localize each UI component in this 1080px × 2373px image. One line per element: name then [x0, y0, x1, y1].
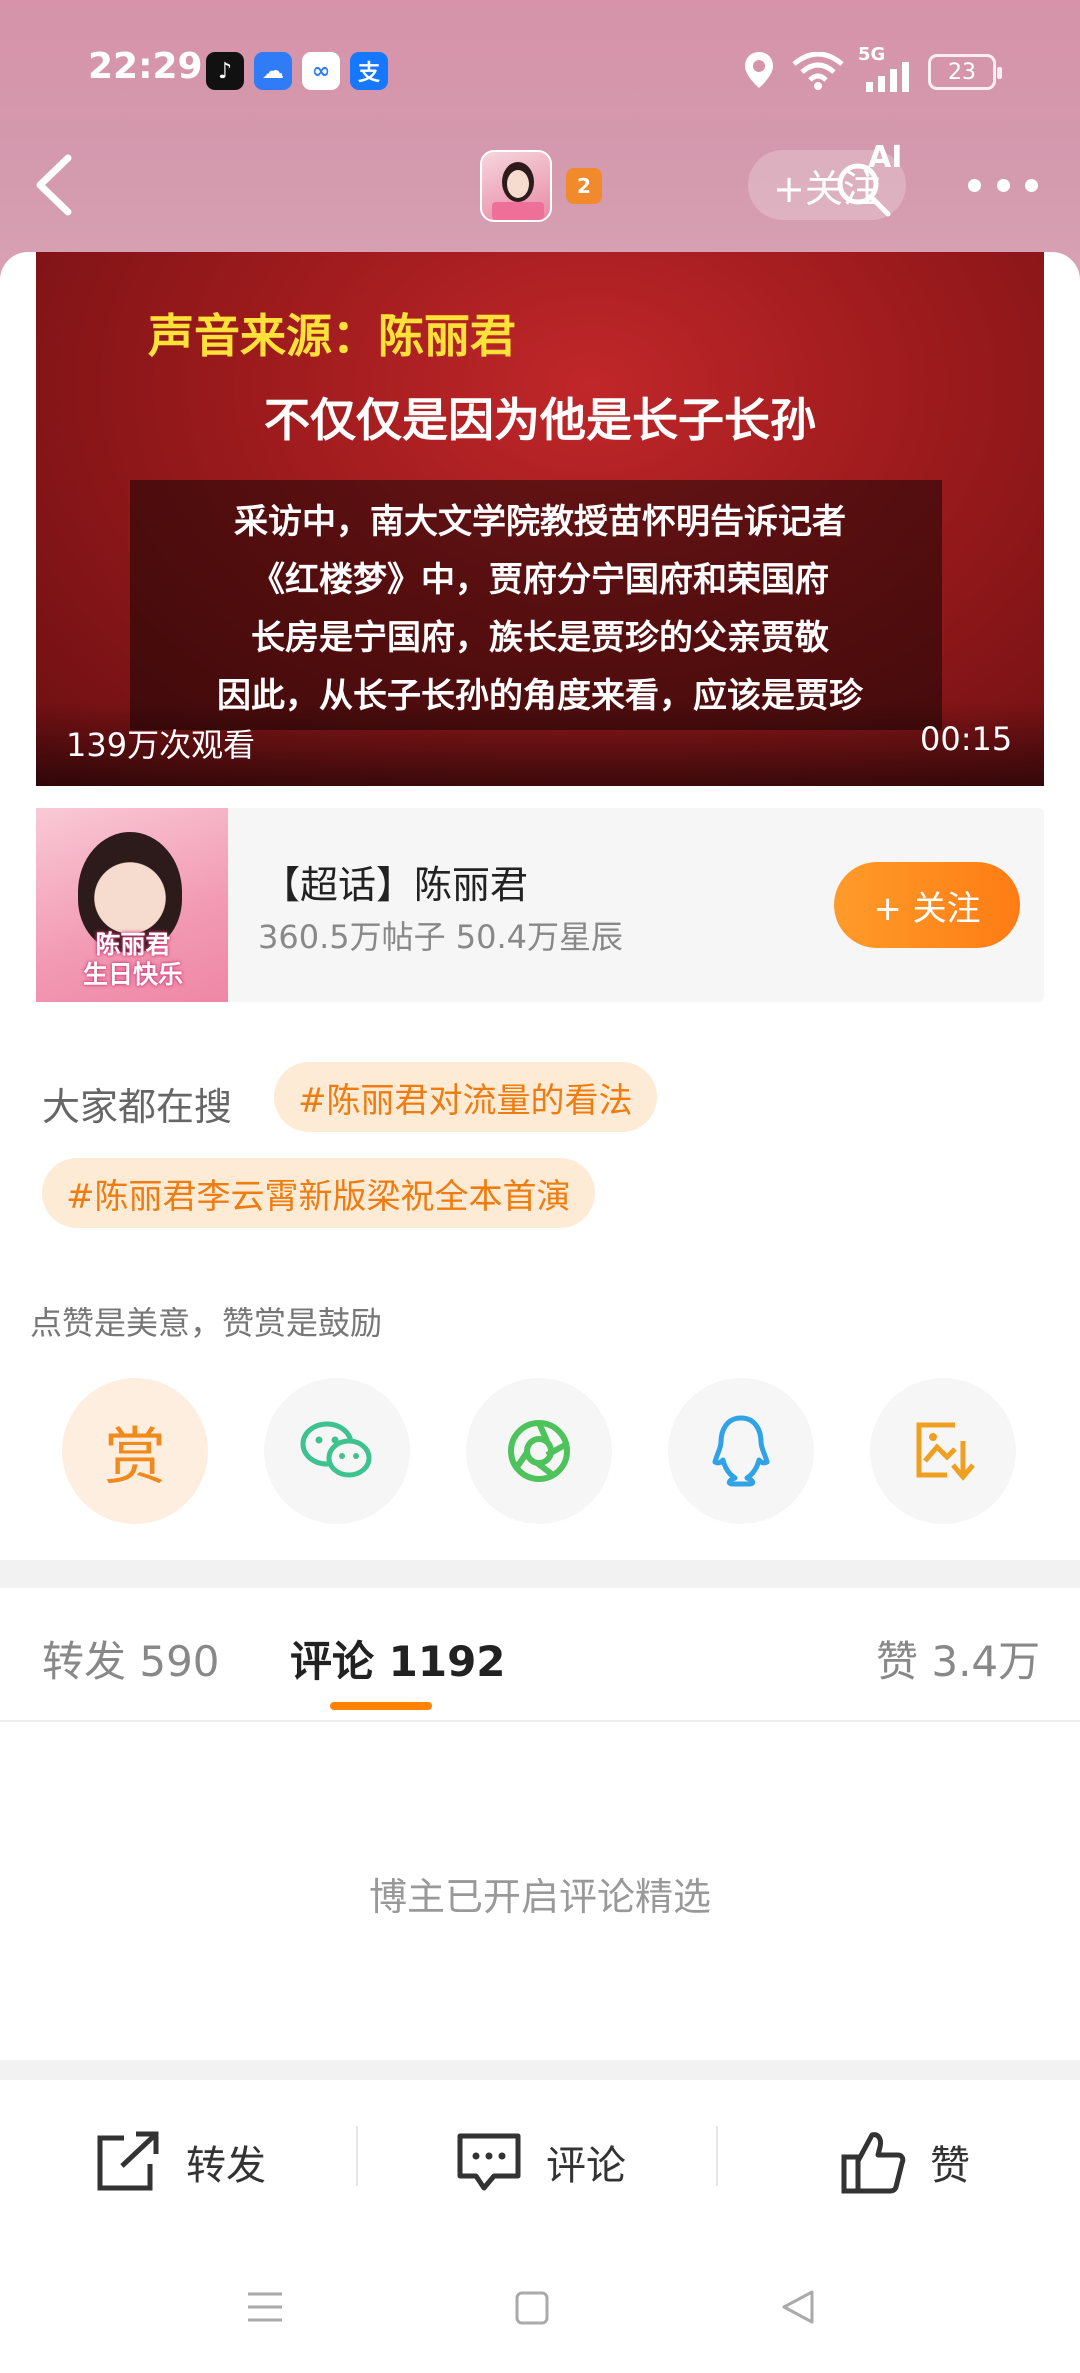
save-image-icon — [916, 1422, 975, 1481]
tab-divider — [0, 1720, 1080, 1722]
weather-icon: ☁ — [254, 52, 292, 90]
video-subtitle-line: 《红楼梦》中，贾府分宁国府和荣国府 — [251, 560, 829, 600]
author-avatar[interactable] — [480, 150, 552, 222]
section-divider — [0, 2060, 1080, 2080]
repost-label: 转发 — [186, 2143, 266, 2189]
trending-label: 大家都在搜 — [42, 1085, 233, 1129]
save-image-button[interactable] — [870, 1378, 1016, 1524]
tab-comments[interactable]: 评论 1192 — [290, 1628, 506, 1689]
comment-button[interactable]: 评论 — [454, 2120, 626, 2204]
douyin-icon: ♪ — [206, 52, 244, 90]
active-tab-indicator — [330, 1702, 432, 1710]
video-headline: 不仅仅是因为他是长子长孙 — [264, 393, 816, 447]
wechat-share-button[interactable] — [264, 1378, 410, 1524]
menu-icon[interactable] — [246, 2290, 284, 2324]
video-source-caption: 声音来源：陈丽君 — [148, 309, 516, 363]
tab-repost[interactable]: 转发 590 — [42, 1628, 220, 1689]
like-label: 赞 — [930, 2143, 970, 2189]
location-icon — [745, 52, 773, 88]
home-icon[interactable] — [514, 2290, 550, 2326]
comment-label: 评论 — [546, 2143, 626, 2189]
trending-tag[interactable]: #陈丽君对流量的看法 — [274, 1062, 657, 1132]
bar-separator — [716, 2126, 718, 2186]
super-topic-stats: 360.5万帖子 50.4万星辰 — [258, 918, 624, 956]
trending-tag[interactable]: #陈丽君李云霄新版梁祝全本首演 — [42, 1158, 595, 1228]
wifi-icon — [792, 52, 844, 90]
super-topic-image[interactable]: 陈丽君 生日快乐 — [36, 808, 228, 1002]
video-subtitle-line: 长房是宁国府，族长是贾珍的父亲贾敬 — [251, 618, 829, 658]
signal-icon — [866, 62, 909, 92]
alipay-icon: 支 — [350, 52, 388, 90]
status-time: 22:29 — [88, 46, 203, 87]
moments-share-button[interactable] — [466, 1378, 612, 1524]
image-caption-line: 生日快乐 — [82, 960, 183, 989]
comment-icon — [457, 2133, 521, 2191]
back-nav-icon[interactable] — [780, 2288, 816, 2326]
reward-button[interactable]: 赏 — [62, 1378, 208, 1524]
video-subtitle-line: 因此，从长子长孙的角度来看，应该是贾珍 — [217, 676, 863, 716]
qq-share-button[interactable] — [668, 1378, 814, 1524]
super-topic-title[interactable]: 【超话】陈丽君 — [262, 854, 528, 909]
header-background — [0, 0, 1080, 290]
search-icon[interactable] — [832, 158, 894, 220]
comment-selection-note: 博主已开启评论精选 — [368, 1875, 711, 1919]
video-subtitle-line: 采访中，南大文学院教授苗怀明告诉记者 — [234, 502, 846, 542]
qq-icon — [712, 1415, 770, 1487]
reward-tip: 点赞是美意，赞赏是鼓励 — [30, 1304, 383, 1342]
tip-arrow — [120, 1346, 148, 1360]
video-duration: 00:15 — [920, 720, 1013, 758]
section-divider — [0, 1560, 1080, 1588]
video-view-count: 139万次观看 — [66, 726, 256, 764]
thumbs-up-icon — [841, 2132, 906, 2194]
bar-separator — [356, 2126, 358, 2186]
wechat-icon — [300, 1421, 372, 1478]
repost-icon — [97, 2131, 159, 2191]
super-topic-follow-button[interactable]: + 关注 — [834, 862, 1020, 948]
more-options-button[interactable] — [968, 170, 1038, 200]
level-badge: 2 — [566, 168, 602, 204]
battery-indicator: 23 — [928, 54, 1002, 90]
image-caption-line: 陈丽君 — [95, 930, 171, 959]
back-icon[interactable] — [30, 150, 80, 220]
tab-likes[interactable]: 赞 3.4万 — [876, 1628, 1040, 1689]
cloud-icon: ∞ — [302, 52, 340, 90]
repost-button[interactable]: 转发 — [94, 2120, 266, 2204]
like-button[interactable]: 赞 — [838, 2120, 970, 2204]
moments-icon — [508, 1420, 570, 1482]
